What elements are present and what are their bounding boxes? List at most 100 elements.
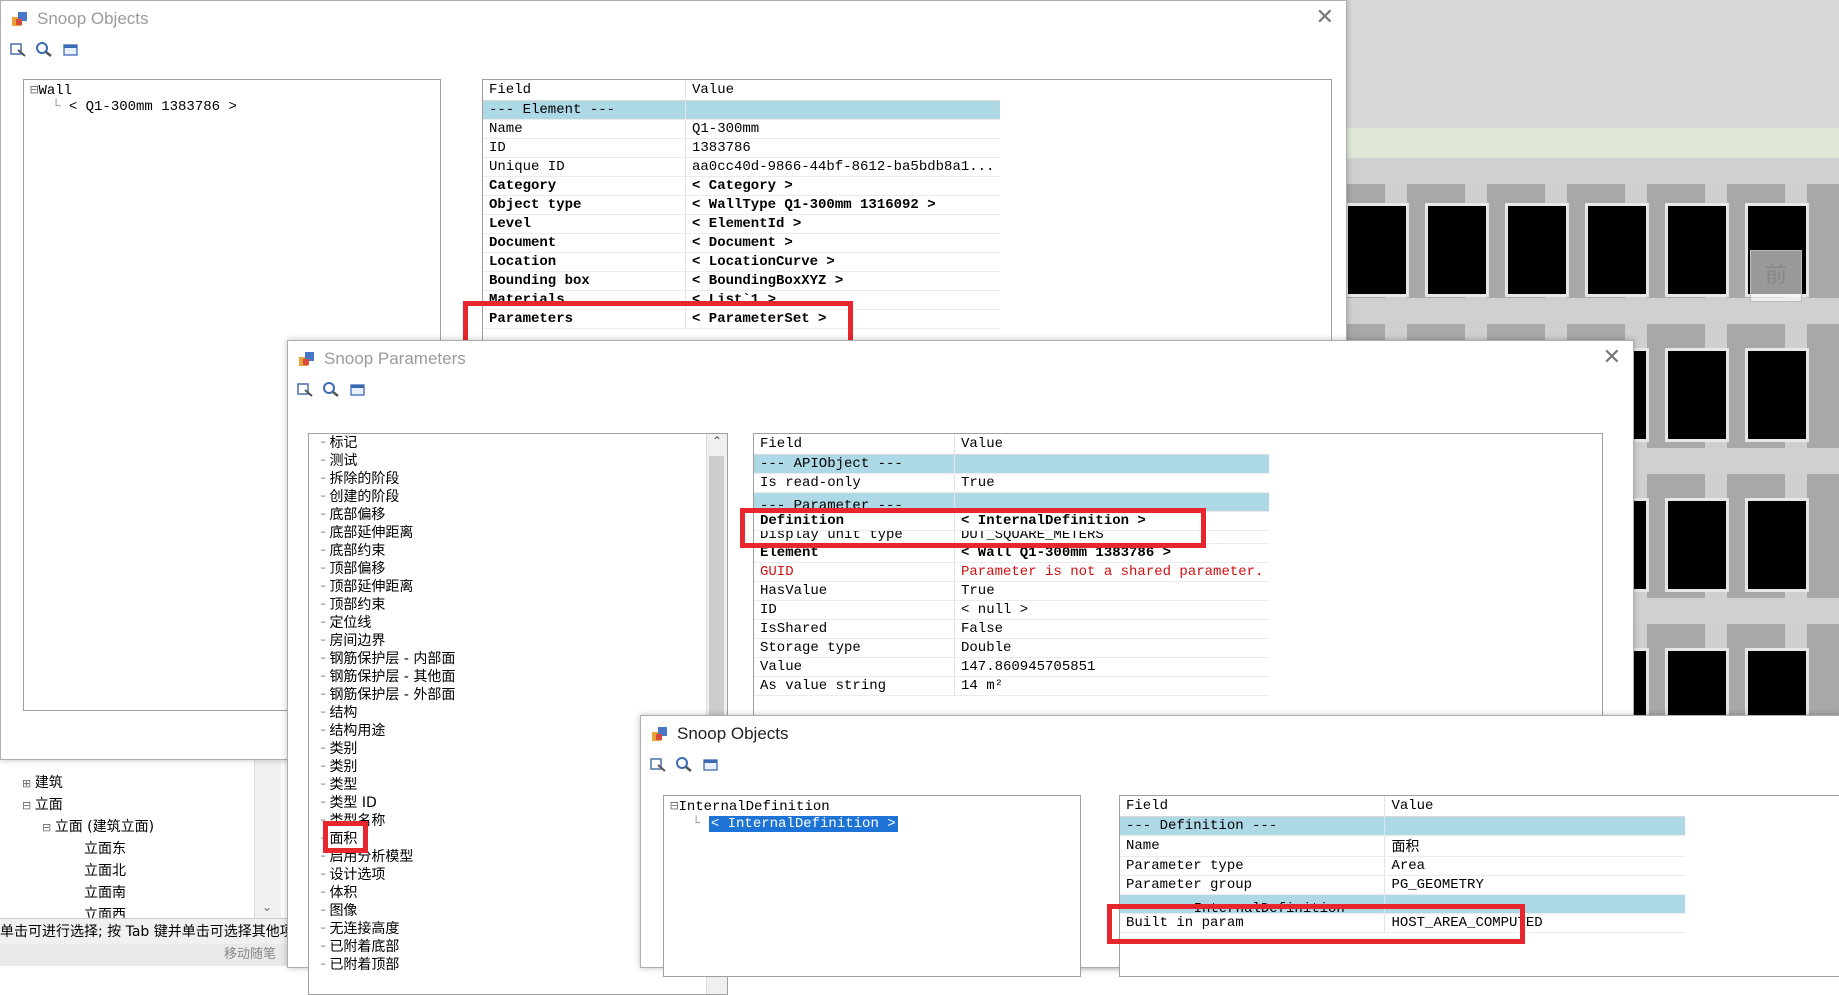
snoop-pick-icon[interactable] <box>9 41 27 57</box>
list-item[interactable]: ╴结构用途 <box>321 722 455 740</box>
list-item[interactable]: ╴底部偏移 <box>321 506 455 524</box>
list-item[interactable]: ╴钢筋保护层 - 内部面 <box>321 650 455 668</box>
column-header-value[interactable]: Value <box>954 434 1270 455</box>
column-header-value[interactable]: Value <box>685 80 1001 101</box>
tree-node-wall-instance[interactable]: └ < Q1-300mm 1383786 > <box>52 99 237 115</box>
copy-icon[interactable] <box>62 41 80 57</box>
title-bar[interactable]: Snoop Parameters ✕ <box>288 341 1633 377</box>
list-item-area[interactable]: ╴面积 <box>321 830 455 848</box>
table-row[interactable]: As value string 14 m² <box>754 676 1270 696</box>
tree-node-internal-definition-selected[interactable]: └ < InternalDefinition > <box>692 816 898 832</box>
toolbar <box>9 41 84 61</box>
list-item[interactable]: ╴无连接高度 <box>321 920 455 938</box>
snoop-pick-icon[interactable] <box>296 381 314 397</box>
list-item[interactable]: ╴启用分析模型 <box>321 848 455 866</box>
list-item[interactable]: ╴顶部偏移 <box>321 560 455 578</box>
title-bar[interactable]: Snoop Objects <box>641 716 1839 752</box>
snoop-objects-window-definition[interactable]: Snoop Objects ⊟InternalDefinition └ < In… <box>640 715 1839 977</box>
object-tree-pane[interactable]: ⊟InternalDefinition └ < InternalDefiniti… <box>663 795 1081 977</box>
viewport-top-strip <box>1345 0 1839 128</box>
table-row[interactable]: Name 面积 <box>1120 835 1686 857</box>
list-item[interactable]: ╴已附着顶部 <box>321 956 455 974</box>
table-row-definition[interactable]: Definition < InternalDefinition > <box>754 511 1270 531</box>
browser-node-building-elevation[interactable]: ⊟ 立面 (建筑立面) <box>42 816 154 836</box>
list-item[interactable]: ╴定位线 <box>321 614 455 632</box>
browser-item-east[interactable]: 立面东 <box>84 838 126 858</box>
table-row-built-in-param[interactable]: Built in param HOST_AREA_COMPUTED <box>1120 913 1686 933</box>
browser-node-architecture[interactable]: ⊞ 建筑 <box>22 772 63 792</box>
table-row-parameters[interactable]: Parameters < ParameterSet > <box>483 309 1001 329</box>
table-row[interactable]: Location < LocationCurve > <box>483 252 1001 272</box>
project-browser: ⌄ ⊞ 建筑 ⊟ 立面 ⊟ 立面 (建筑立面) 立面东 立面北 立面南 立面西 <box>0 745 291 918</box>
table-row[interactable]: Parameter type Area <box>1120 856 1686 876</box>
list-item[interactable]: ╴类别 <box>321 758 455 776</box>
column-header-value[interactable]: Value <box>1384 796 1686 817</box>
list-item[interactable]: ╴创建的阶段 <box>321 488 455 506</box>
tree-node-internal-definition[interactable]: ⊟InternalDefinition <box>670 798 830 815</box>
browser-item-west[interactable]: 立面西 <box>84 904 126 918</box>
table-row[interactable]: Value 147.860945705851 <box>754 657 1270 677</box>
list-item[interactable]: ╴房间边界 <box>321 632 455 650</box>
view-cube[interactable]: 前 <box>1750 250 1802 302</box>
table-row[interactable]: Level < ElementId > <box>483 214 1001 234</box>
table-row[interactable]: IsShared False <box>754 619 1270 639</box>
copy-icon[interactable] <box>702 756 720 772</box>
table-row[interactable]: Display unit type DUT_SQUARE_METERS <box>754 530 1270 544</box>
table-row[interactable]: Materials < List`1 > <box>483 290 1001 310</box>
list-item[interactable]: ╴类别 <box>321 740 455 758</box>
table-row[interactable]: Category < Category > <box>483 176 1001 196</box>
list-item[interactable]: ╴钢筋保护层 - 外部面 <box>321 686 455 704</box>
table-row[interactable]: GUID Parameter is not a shared parameter. <box>754 562 1270 582</box>
browser-item-north[interactable]: 立面北 <box>84 860 126 880</box>
table-row[interactable]: Is read-only True <box>754 473 1270 493</box>
snoop-pick-icon[interactable] <box>649 756 667 772</box>
column-header-field[interactable]: Field <box>754 434 955 455</box>
title-bar[interactable]: Snoop Objects ✕ <box>1 1 1346 37</box>
list-item[interactable]: ╴顶部延伸距离 <box>321 578 455 596</box>
table-row[interactable]: Storage type Double <box>754 638 1270 658</box>
table-row[interactable]: Name Q1-300mm <box>483 119 1001 139</box>
close-icon[interactable]: ✕ <box>1316 5 1334 30</box>
list-item[interactable]: ╴顶部约束 <box>321 596 455 614</box>
copy-icon[interactable] <box>349 381 367 397</box>
list-item[interactable]: ╴已附着底部 <box>321 938 455 956</box>
table-row[interactable]: Parameter group PG_GEOMETRY <box>1120 875 1686 895</box>
list-item[interactable]: ╴类型 ID <box>321 794 455 812</box>
scroll-up-icon[interactable]: ⌃ <box>712 434 722 448</box>
list-item[interactable]: ╴钢筋保护层 - 其他面 <box>321 668 455 686</box>
browser-item-south[interactable]: 立面南 <box>84 882 126 902</box>
list-item[interactable]: ╴结构 <box>321 704 455 722</box>
list-item[interactable]: ╴测试 <box>321 452 455 470</box>
search-icon[interactable] <box>35 41 53 57</box>
close-icon[interactable]: ✕ <box>1603 345 1621 370</box>
list-item[interactable]: ╴图像 <box>321 902 455 920</box>
table-row[interactable]: ID < null > <box>754 600 1270 620</box>
section-element: --- Element --- <box>483 100 686 120</box>
column-header-field[interactable]: Field <box>483 80 686 101</box>
list-item[interactable]: ╴拆除的阶段 <box>321 470 455 488</box>
table-row[interactable]: Element < Wall Q1-300mm 1383786 > <box>754 543 1270 563</box>
definition-properties-grid[interactable]: Field Value --- Definition --- Name 面积 Par… <box>1119 795 1839 977</box>
toolbar <box>296 381 371 401</box>
window-title: Snoop Objects <box>677 724 789 743</box>
table-row[interactable]: Bounding box < BoundingBoxXYZ > <box>483 271 1001 291</box>
project-browser-scrollbar[interactable]: ⌄ <box>254 745 281 918</box>
table-row[interactable]: Document < Document > <box>483 233 1001 253</box>
table-row[interactable]: Unique ID aa0cc40d-9866-44bf-8612-ba5bdb8… <box>483 157 1001 177</box>
table-row[interactable]: ID 1383786 <box>483 138 1001 158</box>
app-icon <box>652 727 667 741</box>
column-header-field[interactable]: Field <box>1120 796 1386 817</box>
table-row[interactable]: HasValue True <box>754 581 1270 601</box>
list-item[interactable]: ╴设计选项 <box>321 866 455 884</box>
list-item[interactable]: ╴类型名称 <box>321 812 455 830</box>
list-item[interactable]: ╴底部约束 <box>321 542 455 560</box>
tree-node-wall[interactable]: ⊟Wall <box>30 82 72 99</box>
search-icon[interactable] <box>675 756 693 772</box>
list-item[interactable]: ╴体积 <box>321 884 455 902</box>
search-icon[interactable] <box>322 381 340 397</box>
table-row[interactable]: Object type < WallType Q1-300mm 1316092 > <box>483 195 1001 215</box>
list-item[interactable]: ╴底部延伸距离 <box>321 524 455 542</box>
browser-node-elevations[interactable]: ⊟ 立面 <box>22 794 63 814</box>
list-item[interactable]: ╴类型 <box>321 776 455 794</box>
list-item[interactable]: ╴标记 <box>321 434 455 452</box>
